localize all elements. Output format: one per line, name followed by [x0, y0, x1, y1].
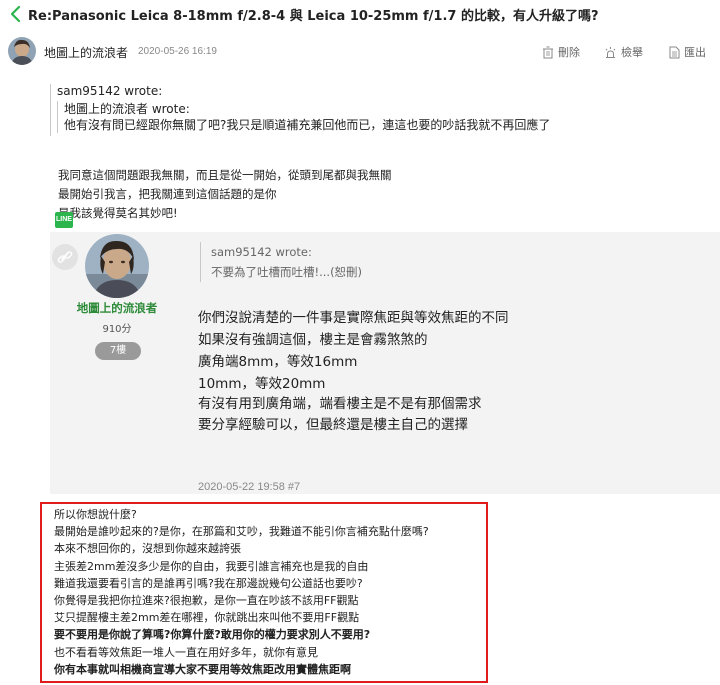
author-avatar[interactable] [8, 37, 36, 65]
page-title: Re:Panasonic Leica 8-18mm f/2.8-4 與 Leic… [28, 9, 599, 24]
embedded-quote-text: 不要為了吐槽而吐槽!...(恕刪) [211, 265, 363, 279]
post-date: 2020-05-26 16:19 [138, 46, 217, 57]
boxed-line: 艾只提醒樓主差2mm差在哪裡，你就跳出來叫他不要用FF觀點 [54, 611, 360, 625]
embedded-body-line: 要分享經驗可以，但最終還是樓主自己的選擇 [198, 417, 468, 433]
link-icon[interactable] [52, 244, 78, 270]
export-label: 匯出 [684, 46, 706, 59]
boxed-line: 所以你想說什麼? [54, 508, 137, 521]
nested-quote-author: 地圖上的流浪者 wrote: [64, 102, 190, 116]
author-name[interactable]: 地圖上的流浪者 [44, 44, 128, 61]
embedded-post-stamp: 2020-05-22 19:58 #7 [198, 481, 301, 493]
nested-quote-text: 他有沒有問已經跟你無關了吧?我只是順道補充兼回他而已，連這也要的吵話我就不再回應… [64, 118, 551, 132]
boxed-line: 最開始是誰吵起來的?是你，在那篇和艾吵，我難道不能引你言補充點什麼嗎? [54, 525, 429, 539]
floor-badge: 7樓 [95, 342, 141, 360]
boxed-line: 難道我還要看引言的是誰再引嗎?我在那邊說幾句公道話也要吵? [54, 576, 363, 590]
quote-block: sam95142 wrote: 地圖上的流浪者 wrote: 他有沒有問已經跟你… [50, 84, 670, 136]
delete-button[interactable]: 刪除 [542, 44, 580, 60]
line-share-icon[interactable]: LINE [55, 212, 73, 228]
delete-label: 刪除 [558, 46, 580, 59]
back-chevron-icon[interactable] [9, 5, 23, 23]
quote-author: sam95142 wrote: [57, 84, 163, 98]
poster-avatar[interactable] [85, 234, 149, 298]
boxed-line: 本來不想回你的，沒想到你越來越誇張 [54, 542, 241, 556]
boxed-line-bold: 要不要用是你說了算嗎?你算什麼?敢用你的權力要求別人不要用? [54, 628, 371, 642]
header-bar: Re:Panasonic Leica 8-18mm f/2.8-4 與 Leic… [0, 0, 720, 28]
embedded-body-line: 如果沒有強調這個，樓主是會霧煞煞的 [198, 332, 428, 348]
document-icon [669, 46, 680, 58]
poster-points: 910分 [102, 324, 132, 335]
embedded-body-line: 你們沒說清楚的一件事是實際焦距與等效焦距的不同 [198, 310, 509, 326]
trash-icon [543, 46, 553, 58]
boxed-line-bold: 你有本事就叫相機商宣導大家不要用等效焦距改用實體焦距啊 [54, 662, 351, 676]
embedded-quote: sam95142 wrote: 不要為了吐槽而吐槽!...(恕刪) [200, 242, 560, 282]
embedded-body-line: 有沒有用到廣角端，端看樓主是不是有那個需求 [198, 396, 482, 412]
boxed-line: 也不看看等效焦距一堆人一直在用好多年，就你有意見 [54, 645, 318, 659]
reply-line: 最開始引我言，把我關連到這個話題的是你 [58, 187, 277, 201]
report-label: 檢舉 [621, 46, 643, 59]
reply-line: 是我該覺得莫名其妙吧! [58, 206, 178, 220]
boxed-line: 主張差2mm差沒多少是你的自由，我要引誰言補充也是我的自由 [54, 559, 369, 573]
post-meta: 地圖上的流浪者 2020-05-26 16:19 刪除 檢舉 匯出 [0, 36, 720, 70]
export-button[interactable]: 匯出 [669, 44, 706, 60]
highlighted-reply-box: 所以你想說什麼? 最開始是誰吵起來的?是你，在那篇和艾吵，我難道不能引你言補充點… [40, 502, 488, 683]
embedded-body-line: 10mm，等效20mm [198, 376, 326, 392]
poster-nickname[interactable]: 地圖上的流浪者 [58, 300, 176, 316]
embedded-body-line: 廣角端8mm，等效16mm [198, 354, 358, 370]
embedded-quote-author: sam95142 wrote: [211, 245, 312, 259]
boxed-line: 你覺得是我把你拉進來?很抱歉，是你一直在吵該不該用FF觀點 [54, 594, 359, 608]
report-button[interactable]: 檢舉 [604, 44, 643, 60]
nested-quote: 地圖上的流浪者 wrote: 他有沒有問已經跟你無關了吧?我只是順道補充兼回他而… [57, 101, 670, 133]
report-icon [605, 46, 616, 58]
reply-line: 我同意這個問題跟我無關，而且是從一開始，從頭到尾都與我無關 [58, 168, 392, 182]
